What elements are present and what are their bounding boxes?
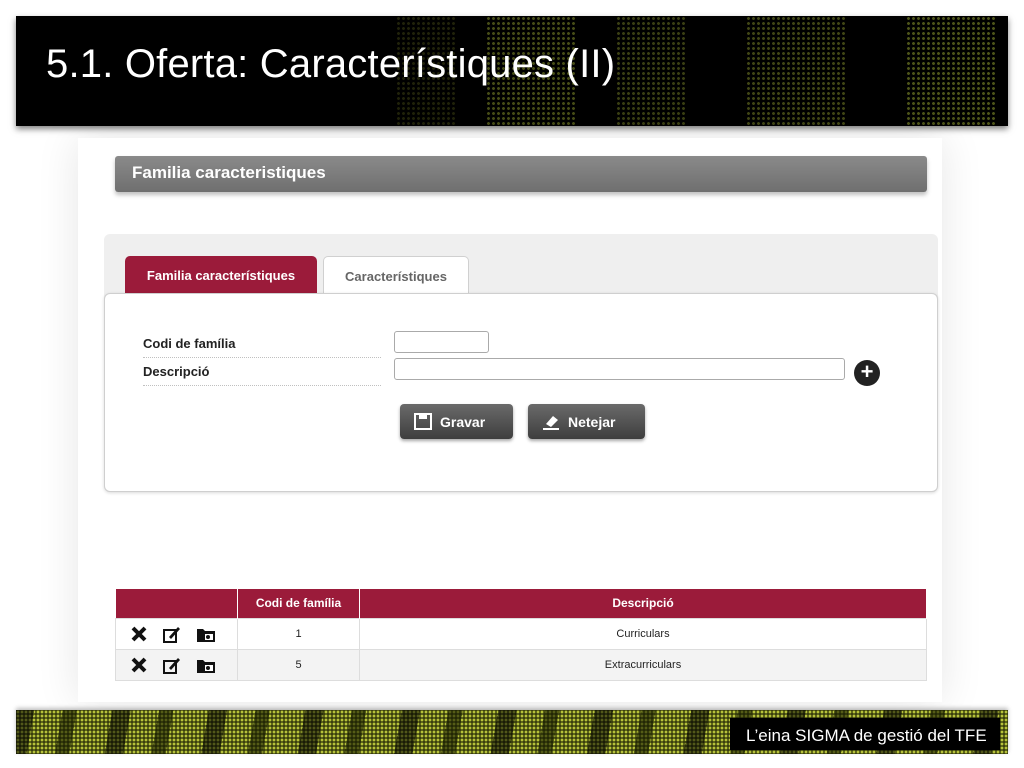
familia-table: Codi de família Descripció 1 Curriculars [115,589,927,681]
row-actions [115,648,238,681]
codi-familia-input[interactable] [394,331,489,353]
descripcio-cell: Curriculars [359,617,927,650]
table-row: 5 Extracurriculars [115,648,927,681]
footer-banner: L’eina SIGMA de gestió del TFE [16,710,1008,754]
section-header: Familia caracteristiques [115,156,927,192]
slide: 5.1. Oferta: Característiques (II) Famil… [0,0,1024,768]
open-folder-icon[interactable] [196,625,216,643]
codi-column-header[interactable]: Codi de família [237,589,360,618]
table-row: 1 Curriculars [115,617,927,650]
floppy-disk-icon [414,413,432,430]
section-title: Familia caracteristiques [132,163,326,182]
descripcio-input[interactable] [394,358,845,380]
delete-icon[interactable] [130,625,148,643]
plus-circle-icon[interactable]: + [854,360,880,386]
codi-cell: 1 [237,617,360,650]
form-container: Familia característiques Característique… [104,234,938,492]
descripcio-cell: Extracurriculars [359,648,927,681]
open-folder-icon[interactable] [196,656,216,674]
row-actions [115,617,238,650]
tab-familia-caracteristiques[interactable]: Familia característiques [125,256,317,293]
banner-pattern [746,16,846,126]
clear-button[interactable]: Netejar [528,404,645,439]
tab-caracteristiques[interactable]: Característiques [323,256,469,294]
codi-familia-label: Codi de família [143,332,381,358]
eraser-icon [543,416,559,430]
descripcio-column-header[interactable]: Descripció [359,589,927,618]
actions-column-header [115,589,238,618]
banner-pattern [616,16,686,126]
form-panel: Codi de família Descripció + Gravar Nete… [104,293,938,492]
banner-pattern [906,16,996,126]
clear-label: Netejar [568,414,616,430]
table-header-row: Codi de família Descripció [115,589,927,618]
edit-icon[interactable] [163,656,181,674]
codi-cell: 5 [237,648,360,681]
edit-icon[interactable] [163,625,181,643]
footer-caption: L’eina SIGMA de gestió del TFE [730,718,1000,750]
delete-icon[interactable] [130,656,148,674]
slide-title: 5.1. Oferta: Característiques (II) [46,42,616,86]
descripcio-label: Descripció [143,360,381,386]
save-label: Gravar [440,414,486,430]
save-button[interactable]: Gravar [400,404,513,439]
screenshot-area: Familia caracteristiques Familia caracte… [78,138,942,702]
header-banner: 5.1. Oferta: Característiques (II) [16,16,1008,126]
